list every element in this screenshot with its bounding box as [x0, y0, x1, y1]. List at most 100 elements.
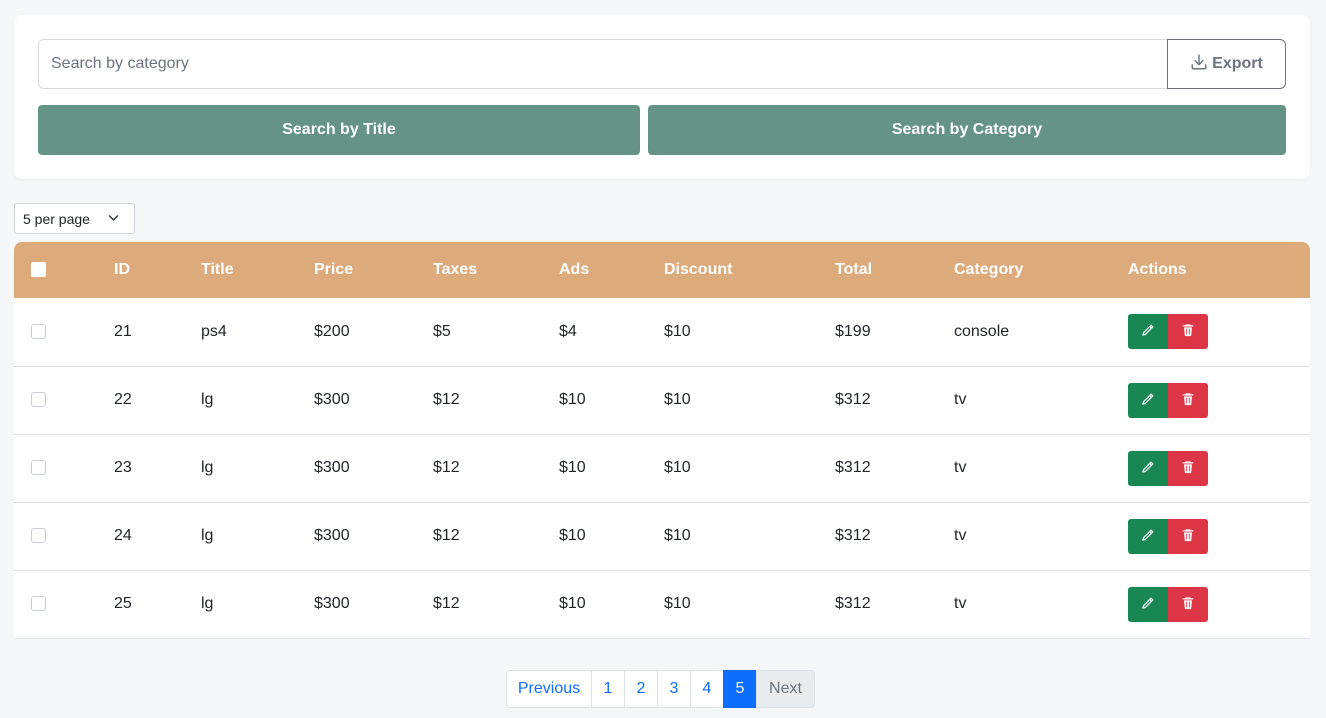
- header-price: Price: [314, 261, 354, 278]
- delete-button[interactable]: [1168, 314, 1208, 350]
- cell-actions: [1128, 570, 1310, 638]
- cell-price: $200: [314, 322, 350, 340]
- page-1-button[interactable]: 1: [591, 670, 625, 708]
- cell-ads: $10: [559, 595, 586, 612]
- delete-button[interactable]: [1168, 518, 1208, 554]
- cell-id: 25: [114, 595, 132, 612]
- next-page-button[interactable]: Next: [756, 670, 815, 708]
- pencil-icon: [1141, 460, 1155, 477]
- table-row: 21 ps4 $200 $5 $4 $10 $199 console: [14, 298, 1310, 366]
- row-checkbox[interactable]: [31, 528, 46, 544]
- pencil-icon: [1141, 528, 1155, 545]
- cell-ads: $10: [559, 527, 586, 544]
- page-5-button[interactable]: 5: [723, 670, 757, 708]
- cell-ads: $4: [559, 322, 577, 340]
- cell-price: $300: [314, 391, 350, 408]
- cell-actions: [1128, 434, 1310, 502]
- cell-discount: $10: [664, 595, 691, 612]
- per-page-value: 5 per page: [23, 210, 90, 227]
- cell-discount: $10: [664, 459, 691, 476]
- row-select-cell: [14, 366, 114, 434]
- cell-category: tv: [954, 459, 967, 476]
- table-row: 22 lg $300 $12 $10 $10 $312 tv: [14, 366, 1310, 434]
- cell-title: lg: [201, 459, 214, 476]
- cell-taxes: $12: [433, 527, 460, 544]
- cell-total: $312: [835, 527, 871, 544]
- cell-category: console: [954, 322, 1010, 340]
- cell-taxes: $12: [433, 391, 460, 408]
- row-actions: [1128, 586, 1310, 622]
- search-by-category-button[interactable]: Search by Category: [648, 105, 1286, 155]
- cell-title: lg: [201, 595, 214, 612]
- pencil-icon: [1141, 596, 1155, 613]
- cell-category: tv: [954, 595, 967, 612]
- row-select-cell: [14, 570, 114, 638]
- previous-page-button[interactable]: Previous: [506, 670, 592, 708]
- table-row: 24 lg $300 $12 $10 $10 $312 tv: [14, 502, 1310, 570]
- row-actions: [1128, 450, 1310, 486]
- cell-actions: [1128, 298, 1310, 366]
- row-checkbox[interactable]: [31, 324, 46, 340]
- delete-button[interactable]: [1168, 586, 1208, 622]
- cell-taxes: $12: [433, 459, 460, 476]
- page-3-button[interactable]: 3: [657, 670, 691, 708]
- select-all-cell: [14, 242, 114, 298]
- page-2-button[interactable]: 2: [624, 670, 658, 708]
- row-select-cell: [14, 434, 114, 502]
- delete-button[interactable]: [1168, 382, 1208, 418]
- cell-total: $199: [835, 322, 871, 340]
- row-actions: [1128, 314, 1310, 350]
- cell-price: $300: [314, 459, 350, 476]
- cell-title: lg: [201, 391, 214, 408]
- edit-button[interactable]: [1128, 382, 1168, 418]
- edit-button[interactable]: [1128, 586, 1168, 622]
- table-row: 25 lg $300 $12 $10 $10 $312 tv: [14, 570, 1310, 638]
- row-actions: [1128, 518, 1310, 554]
- search-row: Export: [38, 39, 1286, 89]
- pencil-icon: [1141, 392, 1155, 409]
- cell-total: $312: [835, 391, 871, 408]
- cell-actions: [1128, 502, 1310, 570]
- header-discount: Discount: [664, 261, 733, 278]
- search-card: Export Search by Title Search by Categor…: [14, 15, 1310, 179]
- cell-id: 23: [114, 459, 132, 476]
- cell-ads: $10: [559, 391, 586, 408]
- edit-button[interactable]: [1128, 314, 1168, 350]
- row-select-cell: [14, 298, 114, 366]
- pagination: Previous 1 2 3 4 5 Next: [506, 670, 815, 708]
- delete-button[interactable]: [1168, 450, 1208, 486]
- per-page-select[interactable]: 5 per page: [14, 203, 135, 234]
- cell-id: 21: [114, 322, 132, 340]
- cell-category: tv: [954, 391, 967, 408]
- cell-total: $312: [835, 595, 871, 612]
- header-category: Category: [954, 261, 1024, 278]
- cell-price: $300: [314, 527, 350, 544]
- header-title: Title: [201, 261, 234, 278]
- search-buttons: Search by Title Search by Category: [38, 105, 1286, 155]
- select-all-checkbox[interactable]: [31, 262, 46, 278]
- cell-total: $312: [835, 459, 871, 476]
- row-checkbox[interactable]: [31, 392, 46, 408]
- trash-icon: [1181, 392, 1195, 409]
- header-ads: Ads: [559, 261, 590, 278]
- table-header-row: ID Title Price Taxes Ads Discount Total …: [14, 242, 1310, 298]
- search-input[interactable]: [38, 39, 1167, 89]
- header-total: Total: [835, 261, 873, 278]
- export-button[interactable]: Export: [1167, 39, 1286, 89]
- trash-icon: [1181, 323, 1195, 340]
- header-actions: Actions: [1128, 261, 1187, 278]
- export-label: Export: [1212, 55, 1263, 72]
- cell-discount: $10: [664, 322, 691, 340]
- row-checkbox[interactable]: [31, 596, 46, 612]
- search-by-title-button[interactable]: Search by Title: [38, 105, 640, 155]
- trash-icon: [1181, 528, 1195, 545]
- row-select-cell: [14, 502, 114, 570]
- cell-title: lg: [201, 527, 214, 544]
- row-checkbox[interactable]: [31, 460, 46, 476]
- cell-id: 24: [114, 527, 132, 544]
- cell-id: 22: [114, 391, 132, 408]
- cell-taxes: $12: [433, 595, 460, 612]
- edit-button[interactable]: [1128, 450, 1168, 486]
- edit-button[interactable]: [1128, 518, 1168, 554]
- page-4-button[interactable]: 4: [690, 670, 724, 708]
